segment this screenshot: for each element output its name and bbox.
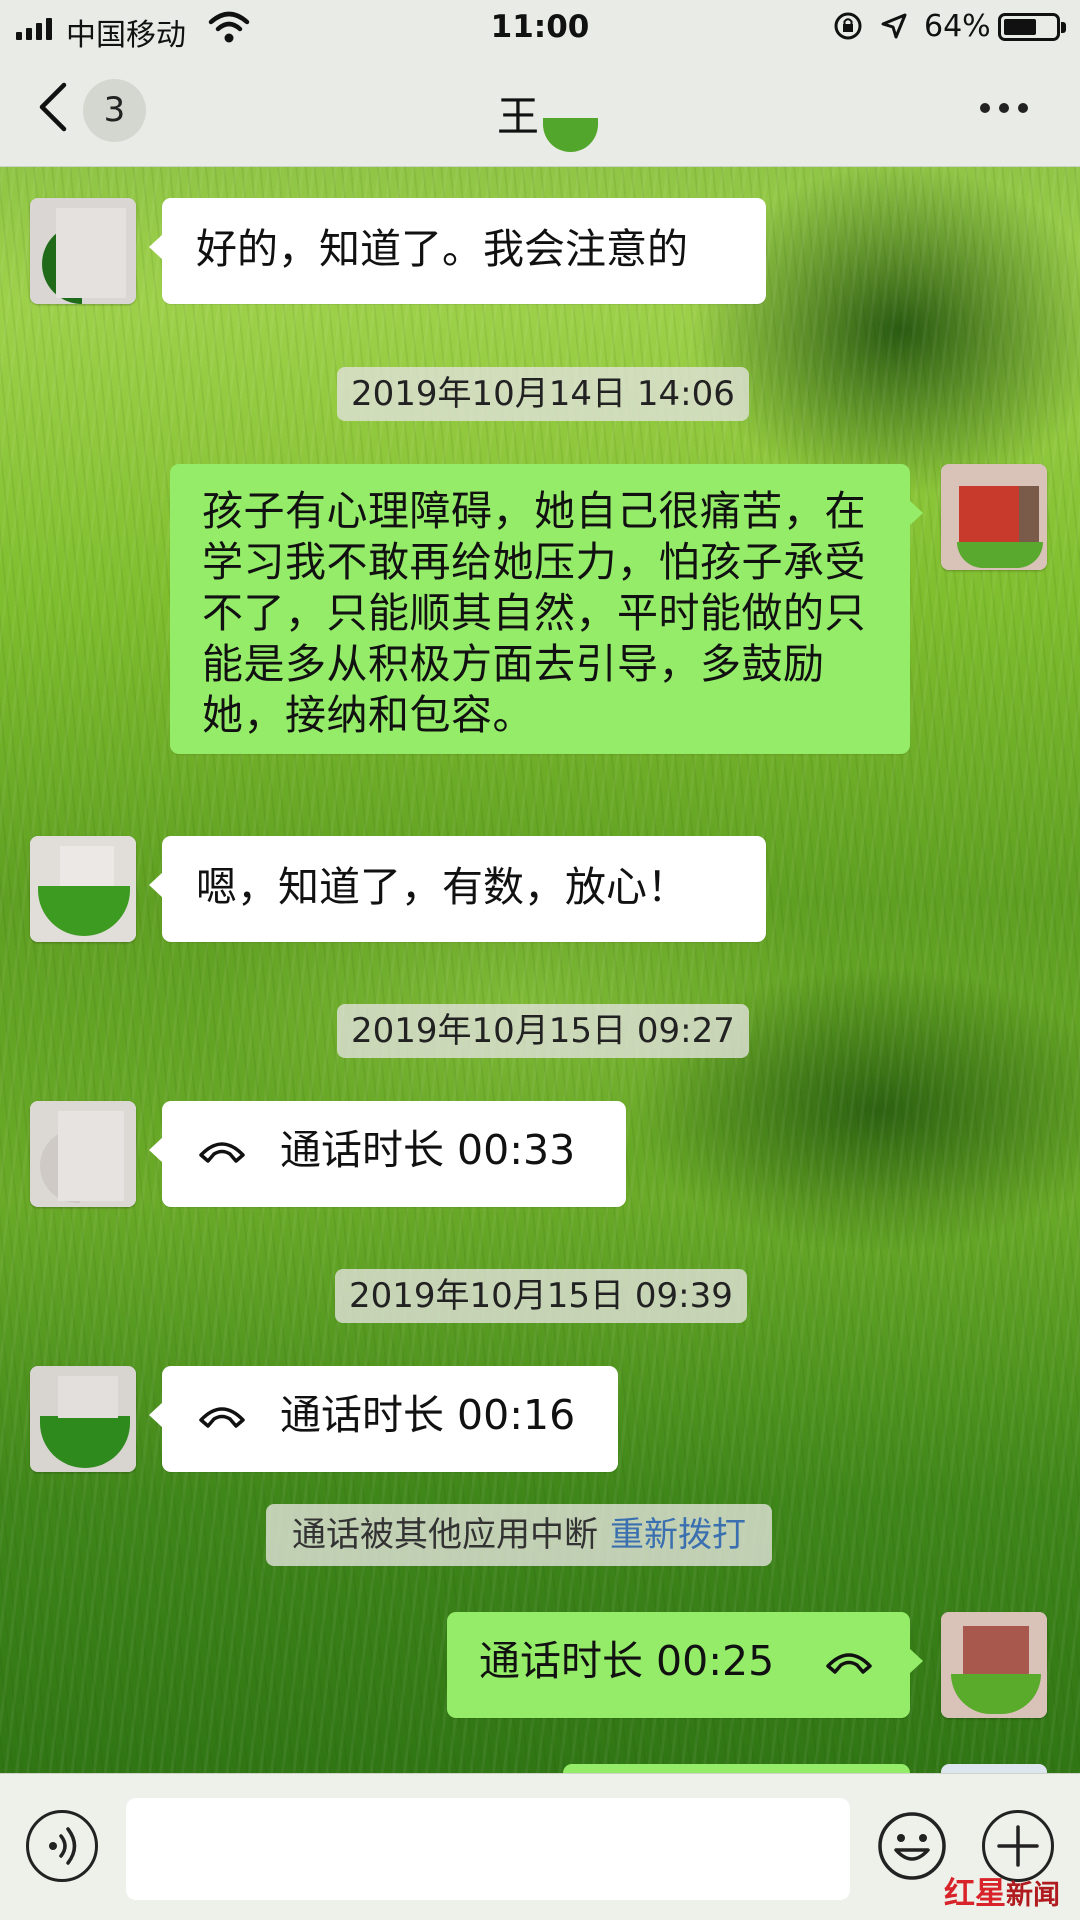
contact-avatar[interactable]	[30, 1366, 136, 1472]
my-avatar-partial[interactable]	[941, 1764, 1047, 1773]
redial-link[interactable]: 重新拨打	[610, 1515, 746, 1555]
message-input[interactable]	[126, 1798, 850, 1900]
message-list[interactable]: 好的，知道了。我会注意的 2019年10月14日 14:06 孩子有心理障碍，她…	[0, 168, 1080, 1773]
call-record-incoming[interactable]: 通话时长 00:33	[149, 1101, 626, 1207]
phone-hangup-icon	[826, 1653, 872, 1674]
contact-avatar[interactable]	[30, 1101, 136, 1207]
contact-avatar[interactable]	[30, 198, 136, 304]
message-bubble-outgoing[interactable]: 孩子有心理障碍，她自己很痛苦，在学习我不敢再给她压力，怕孩子承受不了，只能顺其自…	[170, 464, 923, 754]
news-watermark: 红星新闻	[944, 1868, 1060, 1913]
my-avatar[interactable]	[941, 1612, 1047, 1718]
emoji-icon[interactable]	[876, 1810, 948, 1882]
my-avatar[interactable]	[941, 464, 1047, 570]
unread-count-badge[interactable]: 3	[83, 79, 146, 142]
message-bubble-incoming[interactable]: 好的，知道了。我会注意的	[149, 198, 766, 304]
contact-avatar[interactable]	[30, 836, 136, 942]
message-text: 嗯，知道了，有数，放心！	[196, 863, 688, 911]
call-record-outgoing[interactable]: 通话时长 00:25	[447, 1612, 923, 1718]
timestamp: 2019年10月14日 14:06	[337, 367, 749, 421]
call-duration: 通话时长 00:25	[479, 1637, 775, 1685]
contact-name[interactable]: 王	[497, 83, 539, 144]
name-redaction	[543, 118, 598, 152]
battery-level	[1004, 19, 1036, 35]
watermark-red-text: 红星	[944, 1876, 1006, 1912]
message-text: 好的，知道了。我会注意的	[196, 225, 688, 273]
rotation-lock-icon	[834, 12, 862, 40]
more-dots-icon[interactable]	[980, 103, 1028, 113]
clock: 11:00	[490, 9, 590, 45]
timestamp: 2019年10月15日 09:39	[335, 1269, 747, 1323]
phone-hangup-icon	[199, 1142, 245, 1163]
phone-hangup-icon	[199, 1407, 245, 1428]
call-duration: 通话时长 00:33	[280, 1126, 576, 1174]
message-text: 孩子有心理障碍，她自己很痛苦，在学习我不敢再给她压力，怕孩子承受不了，只能顺其自…	[202, 487, 866, 739]
chevron-left-icon[interactable]	[34, 77, 74, 137]
watermark-dark-text: 新闻	[1006, 1880, 1060, 1911]
message-bubble-outgoing-partial[interactable]	[563, 1764, 910, 1773]
input-bar	[0, 1773, 1080, 1920]
call-record-incoming[interactable]: 通话时长 00:16	[149, 1366, 618, 1472]
system-message-text: 通话被其他应用中断	[292, 1515, 598, 1555]
location-icon	[881, 13, 907, 39]
chat-header: 3 王	[0, 55, 1080, 167]
message-bubble-incoming[interactable]: 嗯，知道了，有数，放心！	[149, 836, 766, 942]
timestamp: 2019年10月15日 09:27	[337, 1004, 749, 1058]
battery-percent: 64%	[924, 9, 991, 44]
system-message: 通话被其他应用中断 重新拨打	[266, 1504, 772, 1566]
battery-icon	[998, 13, 1066, 41]
status-bar: 中国移动 11:00 64%	[0, 0, 1080, 55]
call-duration: 通话时长 00:16	[280, 1391, 576, 1439]
voice-icon[interactable]	[26, 1810, 98, 1882]
